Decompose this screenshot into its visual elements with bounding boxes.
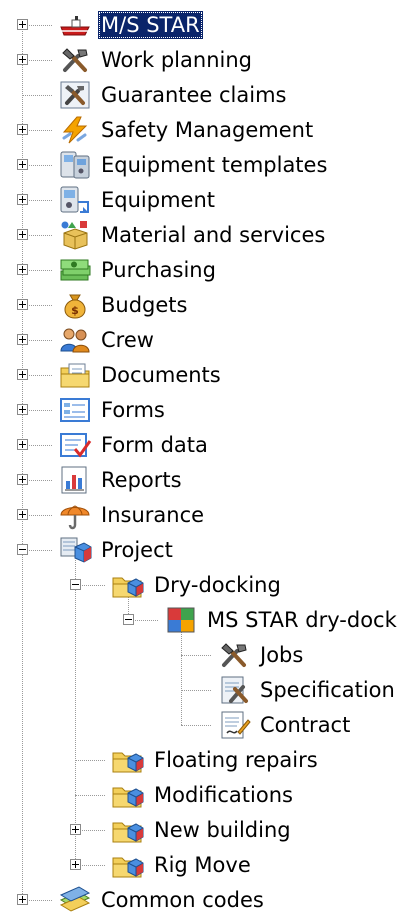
tree-item-label[interactable]: Safety Management — [98, 116, 316, 144]
expand-icon[interactable] — [70, 859, 81, 870]
tree-item-label[interactable]: Form data — [98, 431, 211, 459]
tools-icon — [58, 45, 92, 75]
collapse-icon[interactable] — [70, 579, 81, 590]
tree-item-budgets[interactable]: $ Budgets — [0, 290, 410, 320]
tree-item-label[interactable]: Jobs — [257, 641, 306, 669]
project-icon — [58, 535, 92, 565]
collapse-icon[interactable] — [123, 614, 134, 625]
tree-item-equipment-templates[interactable]: Equipment templates — [0, 150, 410, 180]
tree-item-ms-star[interactable]: M/S STAR — [0, 10, 410, 40]
expand-icon[interactable] — [17, 19, 28, 30]
expand-icon[interactable] — [17, 264, 28, 275]
expand-icon[interactable] — [17, 54, 28, 65]
device-icon — [58, 185, 92, 215]
tree-item-label[interactable]: Purchasing — [98, 256, 219, 284]
material-box-icon — [58, 220, 92, 250]
expand-icon[interactable] — [17, 474, 28, 485]
expand-icon[interactable] — [17, 194, 28, 205]
tools-icon — [217, 640, 251, 670]
tree-item-safety-management[interactable]: Safety Management — [0, 115, 410, 145]
tree-item-guarantee-claims[interactable]: Guarantee claims — [0, 80, 410, 110]
tree-item-new-building[interactable]: New building — [0, 815, 410, 845]
tree-item-label[interactable]: Equipment — [98, 186, 218, 214]
collapse-icon[interactable] — [17, 544, 28, 555]
form-icon — [58, 395, 92, 425]
expand-icon[interactable] — [17, 334, 28, 345]
tree-item-label[interactable]: Budgets — [98, 291, 190, 319]
tree-item-reports[interactable]: Reports — [0, 465, 410, 495]
lightning-icon — [58, 115, 92, 145]
expand-icon[interactable] — [70, 824, 81, 835]
tree-item-project[interactable]: Project — [0, 535, 410, 565]
tree-item-label[interactable]: New building — [151, 816, 294, 844]
expand-icon[interactable] — [17, 159, 28, 170]
tree-item-label[interactable]: Contract — [257, 711, 353, 739]
umbrella-icon — [58, 500, 92, 530]
colorful-cube-icon — [164, 605, 198, 635]
tree-item-label[interactable]: Forms — [98, 396, 168, 424]
tree-item-label[interactable]: Documents — [98, 361, 224, 389]
tree-item-label[interactable]: MS STAR dry-dock — [204, 606, 400, 634]
tree-item-work-planning[interactable]: Work planning — [0, 45, 410, 75]
tree-item-label[interactable]: Specification — [257, 676, 398, 704]
tree-item-label[interactable]: M/S STAR — [98, 11, 203, 39]
people-icon — [58, 325, 92, 355]
folder-cube-icon — [111, 570, 145, 600]
folder-cube-icon — [111, 815, 145, 845]
tree-item-purchasing[interactable]: Purchasing — [0, 255, 410, 285]
tree-item-documents[interactable]: Documents — [0, 360, 410, 390]
tree-item-insurance[interactable]: Insurance — [0, 500, 410, 530]
report-chart-icon — [58, 465, 92, 495]
folder-cube-icon — [111, 780, 145, 810]
folder-cube-icon — [111, 745, 145, 775]
tree-item-label[interactable]: Work planning — [98, 46, 255, 74]
tree-item-rig-move[interactable]: Rig Move — [0, 850, 410, 880]
tree-item-specification[interactable]: Specification — [0, 675, 410, 705]
tree-item-label[interactable]: Insurance — [98, 501, 207, 529]
tree-item-crew[interactable]: Crew — [0, 325, 410, 355]
tree-item-dry-docking[interactable]: Dry-docking — [0, 570, 410, 600]
folder-document-icon — [58, 360, 92, 390]
expand-icon[interactable] — [17, 509, 28, 520]
navigation-tree: M/S STAR Work planning Guarantee claims Saf… — [0, 0, 410, 912]
tree-item-label[interactable]: Crew — [98, 326, 157, 354]
tree-item-label[interactable]: Rig Move — [151, 851, 254, 879]
tree-item-label[interactable]: Equipment templates — [98, 151, 330, 179]
form-check-icon — [58, 430, 92, 460]
expand-icon[interactable] — [17, 124, 28, 135]
tree-item-label[interactable]: Guarantee claims — [98, 81, 290, 109]
folder-cube-icon — [111, 850, 145, 880]
svg-text:$: $ — [71, 304, 79, 317]
tree-item-equipment[interactable]: Equipment — [0, 185, 410, 215]
tree-item-label[interactable]: Modifications — [151, 781, 296, 809]
expand-icon[interactable] — [17, 299, 28, 310]
tree-item-floating-repairs[interactable]: Floating repairs — [0, 745, 410, 775]
money-stack-icon — [58, 255, 92, 285]
tree-item-label[interactable]: Material and services — [98, 221, 328, 249]
tree-item-label[interactable]: Project — [98, 536, 176, 564]
tree-item-jobs[interactable]: Jobs — [0, 640, 410, 670]
tree-item-label[interactable]: Floating repairs — [151, 746, 321, 774]
expand-icon[interactable] — [17, 439, 28, 450]
tree-item-modifications[interactable]: Modifications — [0, 780, 410, 810]
tree-item-label[interactable]: Reports — [98, 466, 185, 494]
tree-item-ms-star-dry-dock[interactable]: MS STAR dry-dock — [0, 605, 410, 635]
contract-icon — [217, 710, 251, 740]
device-templates-icon — [58, 150, 92, 180]
codes-icon — [58, 885, 92, 915]
tree-item-forms[interactable]: Forms — [0, 395, 410, 425]
tree-item-common-codes[interactable]: Common codes — [0, 885, 410, 915]
tools-box-icon — [58, 80, 92, 110]
expand-icon[interactable] — [17, 404, 28, 415]
tree-item-contract[interactable]: Contract — [0, 710, 410, 740]
tree-item-form-data[interactable]: Form data — [0, 430, 410, 460]
ship-icon — [58, 10, 92, 40]
specification-icon — [217, 675, 251, 705]
tree-item-material-and-services[interactable]: Material and services — [0, 220, 410, 250]
expand-icon[interactable] — [17, 369, 28, 380]
money-bag-icon: $ — [58, 290, 92, 320]
expand-icon[interactable] — [17, 229, 28, 240]
tree-item-label[interactable]: Dry-docking — [151, 571, 284, 599]
expand-icon[interactable] — [17, 894, 28, 905]
